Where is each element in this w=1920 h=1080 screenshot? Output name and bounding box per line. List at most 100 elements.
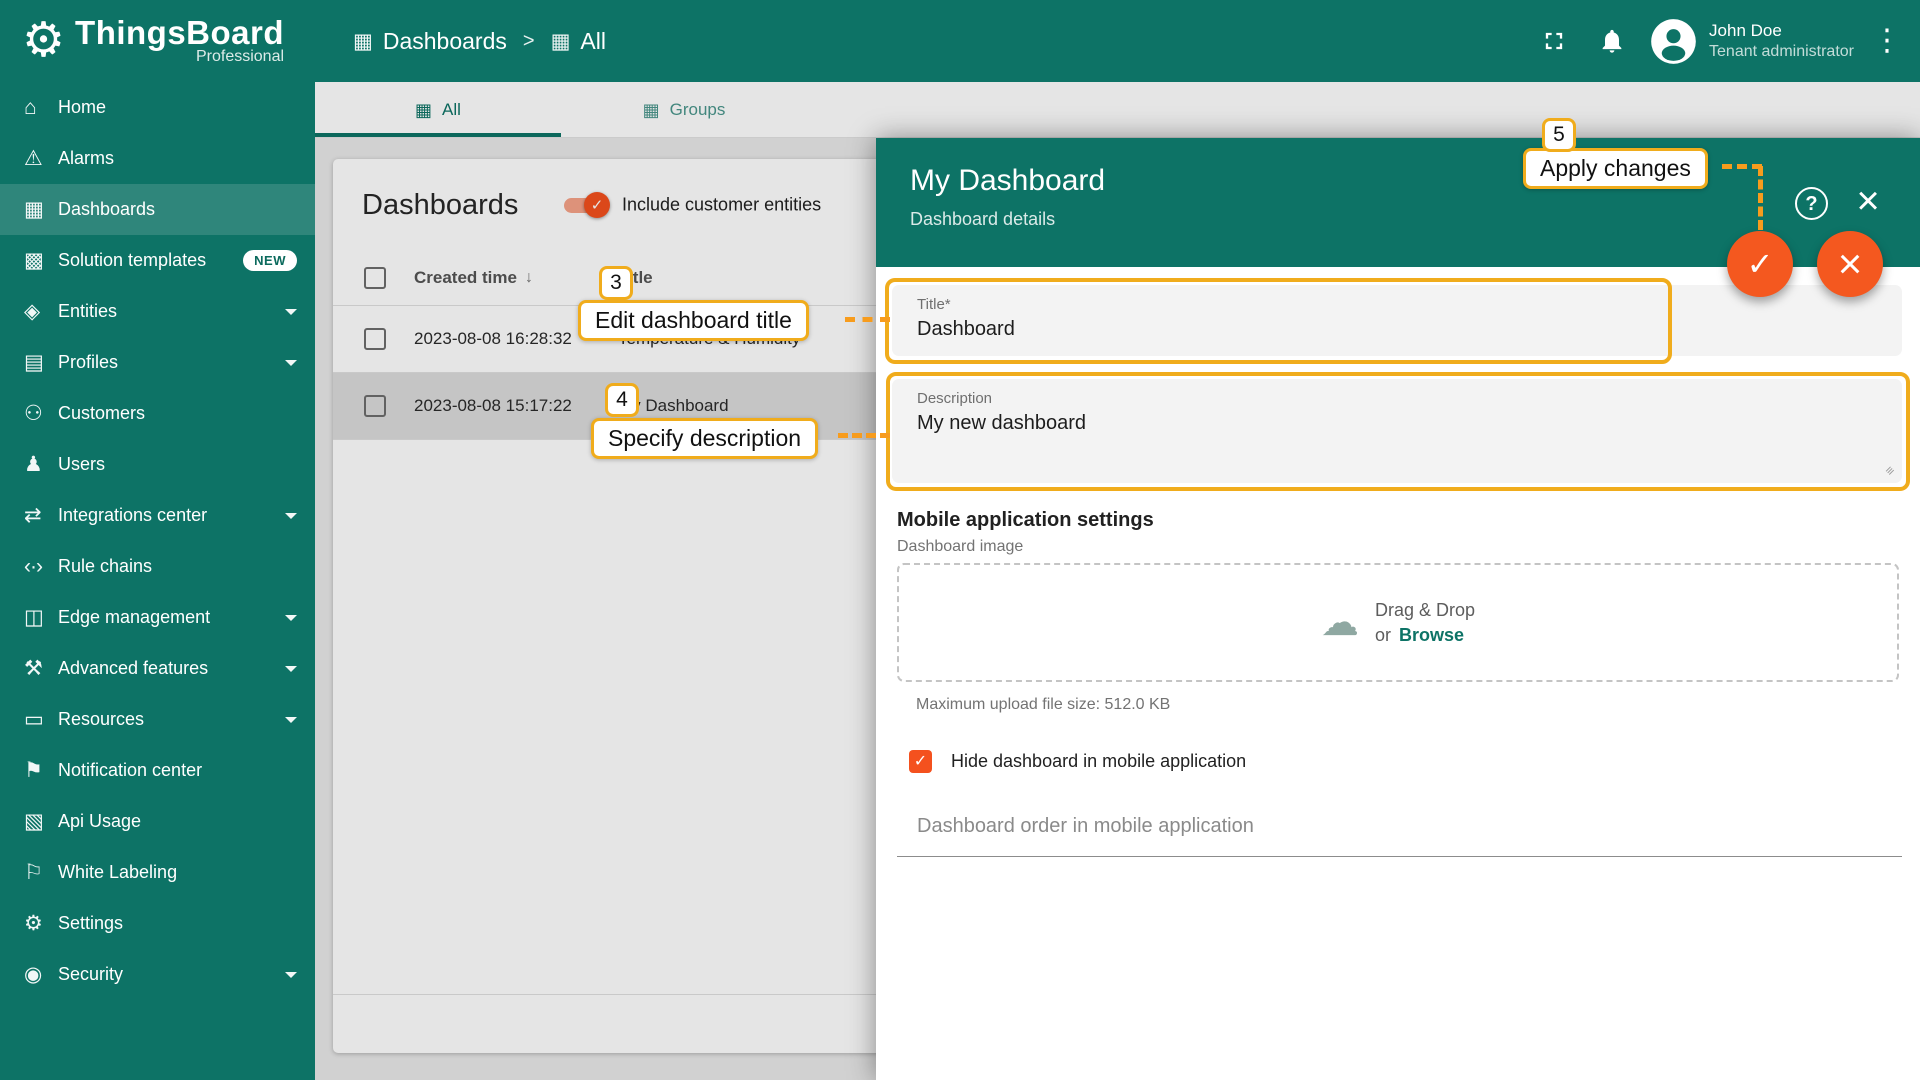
sidebar-item-alarms[interactable]: Alarms xyxy=(0,133,315,184)
tutorial-step-3-label: Edit dashboard title xyxy=(578,300,809,341)
solution-templates-icon xyxy=(24,250,58,271)
sidebar-item-settings[interactable]: Settings xyxy=(0,898,315,949)
user-role: Tenant administrator xyxy=(1709,42,1854,63)
description-field[interactable]: Description My new dashboard ≡ xyxy=(892,379,1902,483)
dashboard-image-label: Dashboard image xyxy=(897,538,1023,556)
sidebar-item-rule-chains[interactable]: Rule chains xyxy=(0,541,315,592)
panel-title: My Dashboard xyxy=(910,164,1886,198)
cloud-upload-icon xyxy=(1321,604,1359,642)
sidebar-item-home[interactable]: Home xyxy=(0,82,315,133)
sidebar-item-label: Security xyxy=(58,964,123,985)
sidebar-item-api-usage[interactable]: Api Usage xyxy=(0,796,315,847)
tutorial-step-4-label: Specify description xyxy=(591,418,818,459)
dashboards-icon xyxy=(24,199,58,220)
breadcrumb: Dashboards > All xyxy=(353,28,606,55)
dropzone-or-text: or xyxy=(1375,625,1391,646)
api-usage-icon xyxy=(24,811,58,832)
integrations-center-icon xyxy=(24,505,58,526)
cancel-changes-button[interactable] xyxy=(1817,231,1883,297)
chevron-down-icon xyxy=(285,717,297,723)
sidebar-item-dashboards[interactable]: Dashboards xyxy=(0,184,315,235)
sidebar-item-label: Entities xyxy=(58,301,117,322)
hide-dashboard-row: Hide dashboard in mobile application xyxy=(909,750,1246,773)
app-logo[interactable]: ThingsBoard Professional xyxy=(0,16,315,67)
rule-chains-icon xyxy=(24,556,58,577)
chevron-down-icon xyxy=(285,615,297,621)
sidebar-item-notification-center[interactable]: Notification center xyxy=(0,745,315,796)
check-icon xyxy=(914,754,927,770)
sidebar-item-entities[interactable]: Entities xyxy=(0,286,315,337)
avatar xyxy=(1650,18,1697,65)
close-panel-button[interactable] xyxy=(1847,180,1889,222)
tutorial-connector-3 xyxy=(845,317,890,322)
sidebar-item-label: Home xyxy=(58,97,106,118)
breadcrumb-item-all[interactable]: All xyxy=(551,28,606,55)
entities-icon xyxy=(24,301,58,322)
tutorial-connector-5-horizontal xyxy=(1722,164,1762,169)
sidebar-item-resources[interactable]: Resources xyxy=(0,694,315,745)
sidebar-item-edge-management[interactable]: Edge management xyxy=(0,592,315,643)
sidebar-item-label: Api Usage xyxy=(58,811,141,832)
dashboard-order-field[interactable]: Dashboard order in mobile application xyxy=(897,796,1902,857)
sidebar-item-white-labeling[interactable]: White Labeling xyxy=(0,847,315,898)
sidebar-item-label: Profiles xyxy=(58,352,118,373)
help-button[interactable] xyxy=(1795,187,1828,220)
sidebar-item-label: Edge management xyxy=(58,607,210,628)
breadcrumb-item-dashboards[interactable]: Dashboards xyxy=(353,28,507,55)
top-header: ThingsBoard Professional Dashboards > Al… xyxy=(0,0,1920,82)
title-field-label: Title* xyxy=(917,296,1877,313)
customers-icon xyxy=(24,403,58,424)
sidebar-item-label: Settings xyxy=(58,913,123,934)
sidebar-item-label: Users xyxy=(58,454,105,475)
user-menu[interactable]: John Doe Tenant administrator xyxy=(1650,18,1854,65)
sidebar-item-security[interactable]: Security xyxy=(0,949,315,1000)
sidebar-item-label: Solution templates xyxy=(58,250,206,271)
hide-dashboard-checkbox[interactable] xyxy=(909,750,932,773)
logo-subtitle: Professional xyxy=(75,48,284,66)
hide-dashboard-label: Hide dashboard in mobile application xyxy=(951,751,1246,772)
user-name: John Doe xyxy=(1709,20,1854,42)
breadcrumb-label: All xyxy=(580,28,606,55)
sidebar-item-label: Notification center xyxy=(58,760,202,781)
header-actions: John Doe Tenant administrator xyxy=(1534,18,1920,65)
sidebar-item-integrations-center[interactable]: Integrations center xyxy=(0,490,315,541)
description-field-value: My new dashboard xyxy=(917,412,1877,435)
breadcrumb-separator: > xyxy=(523,30,535,53)
check-icon xyxy=(1747,248,1774,280)
tutorial-connector-5-vertical xyxy=(1758,166,1763,230)
description-field-label: Description xyxy=(917,390,1877,407)
browse-link[interactable]: Browse xyxy=(1399,625,1464,646)
sidebar-item-solution-templates[interactable]: Solution templates NEW xyxy=(0,235,315,286)
chevron-down-icon xyxy=(285,513,297,519)
sidebar-item-label: Customers xyxy=(58,403,145,424)
sidebar: Home Alarms Dashboards Solution template… xyxy=(0,82,315,1080)
edge-management-icon xyxy=(24,607,58,628)
max-upload-note: Maximum upload file size: 512.0 KB xyxy=(916,696,1170,714)
new-badge: NEW xyxy=(243,250,297,271)
fullscreen-button[interactable] xyxy=(1534,21,1574,61)
white-labeling-icon xyxy=(24,862,58,883)
notification-center-icon xyxy=(24,760,58,781)
title-field-value: Dashboard xyxy=(917,318,1877,341)
sidebar-item-users[interactable]: Users xyxy=(0,439,315,490)
apply-changes-button[interactable] xyxy=(1727,231,1793,297)
users-icon xyxy=(24,454,58,475)
resize-grip-icon[interactable]: ≡ xyxy=(1882,463,1898,479)
more-menu-button[interactable] xyxy=(1872,26,1898,56)
order-field-placeholder: Dashboard order in mobile application xyxy=(917,815,1254,838)
sidebar-item-profiles[interactable]: Profiles xyxy=(0,337,315,388)
sidebar-item-label: Rule chains xyxy=(58,556,152,577)
dropzone-text: Drag & Drop xyxy=(1375,600,1475,621)
sidebar-item-label: Dashboards xyxy=(58,199,155,220)
logo-gear-icon xyxy=(22,17,65,65)
notifications-button[interactable] xyxy=(1592,21,1632,61)
sidebar-item-label: Resources xyxy=(58,709,144,730)
tutorial-step-5-number: 5 xyxy=(1542,118,1576,152)
sidebar-item-advanced-features[interactable]: Advanced features xyxy=(0,643,315,694)
home-icon xyxy=(24,97,58,118)
sidebar-item-customers[interactable]: Customers xyxy=(0,388,315,439)
image-dropzone[interactable]: Drag & Drop or Browse xyxy=(897,563,1899,682)
chevron-down-icon xyxy=(285,360,297,366)
mobile-settings-heading: Mobile application settings xyxy=(897,509,1154,532)
tutorial-step-5-label: Apply changes xyxy=(1523,148,1708,189)
